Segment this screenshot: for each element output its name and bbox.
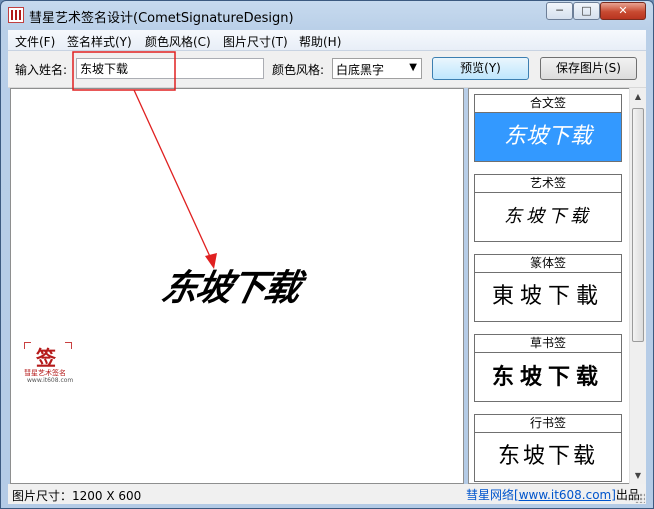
style-card-title: 篆体签 — [474, 254, 622, 272]
main-window: 彗星艺术签名设计(CometSignatureDesign) ─ □ ✕ 文件(… — [0, 0, 654, 509]
website-link[interactable]: [www.it608.com] — [514, 488, 616, 502]
style-card-title: 合文签 — [474, 94, 622, 112]
signature-preview: 东坡下载 — [157, 267, 303, 309]
style-card-art[interactable]: 艺术签 东坡下载 — [474, 174, 622, 242]
menu-file[interactable]: 文件(F) — [15, 33, 55, 50]
style-card-sample: 东坡下载 — [474, 432, 622, 482]
maximize-button[interactable]: □ — [573, 2, 600, 20]
image-size-status: 图片尺寸：1200 X 600 — [12, 489, 142, 503]
scroll-up-icon[interactable]: ▲ — [630, 88, 646, 105]
name-label: 输入姓名: — [15, 63, 68, 77]
credit-company: 彗星网络 — [466, 488, 515, 502]
color-style-label: 颜色风格: — [272, 63, 325, 77]
scroll-down-icon[interactable]: ▼ — [630, 467, 646, 484]
scrollbar-thumb[interactable] — [632, 108, 644, 342]
name-input[interactable] — [76, 58, 264, 79]
app-icon — [8, 7, 24, 23]
style-card-title: 艺术签 — [474, 174, 622, 192]
style-list-scrollbar[interactable]: ▲ ▼ — [629, 88, 646, 484]
status-bar: 图片尺寸：1200 X 600 彗星网络[www.it608.com]出品 — [8, 484, 646, 504]
menu-bar: 文件(F) 签名样式(Y) 颜色风格(C) 图片尺寸(T) 帮助(H) — [8, 30, 646, 51]
style-card-sample: 东坡下载 — [474, 192, 622, 242]
logo-corner — [24, 342, 31, 349]
save-image-button[interactable]: 保存图片(S) — [540, 57, 637, 80]
menu-image-size[interactable]: 图片尺寸(T) — [223, 33, 288, 50]
menu-signature-style[interactable]: 签名样式(Y) — [67, 33, 132, 50]
chevron-down-icon: ▼ — [409, 62, 417, 73]
app-logo: 签 彗星艺术签名 www.it608.com — [24, 342, 74, 388]
signature-canvas: 东坡下载 签 彗星艺术签名 www.it608.com — [10, 88, 464, 484]
logo-seal: 签 — [36, 346, 56, 370]
window-title: 彗星艺术签名设计(CometSignatureDesign) — [29, 11, 294, 26]
logo-url: www.it608.com — [27, 377, 74, 384]
style-card-running[interactable]: 行书签 东坡下载 — [474, 414, 622, 482]
style-card-title: 行书签 — [474, 414, 622, 432]
style-card-hewen[interactable]: 合文签 东坡下载 — [474, 94, 622, 162]
style-card-sample: 東坡下載 — [474, 272, 622, 322]
color-style-value: 白底黑字 — [336, 63, 385, 77]
minimize-button[interactable]: ─ — [546, 2, 573, 20]
resize-grip-icon[interactable] — [635, 493, 645, 503]
logo-corner — [65, 342, 72, 349]
toolbar: 输入姓名: 颜色风格: 白底黑字 ▼ 预览(Y) 保存图片(S) — [8, 51, 646, 88]
style-card-seal[interactable]: 篆体签 東坡下載 — [474, 254, 622, 322]
style-card-title: 草书签 — [474, 334, 622, 352]
style-card-sample: 东坡下载 — [474, 352, 622, 402]
close-button[interactable]: ✕ — [600, 2, 646, 20]
preview-button[interactable]: 预览(Y) — [432, 57, 529, 80]
menu-color-style[interactable]: 颜色风格(C) — [145, 33, 211, 50]
style-card-sample: 东坡下载 — [474, 112, 622, 162]
style-list-panel: 合文签 东坡下载 艺术签 东坡下载 篆体签 東坡下載 草书签 东坡下载 行书签 … — [468, 88, 646, 484]
title-bar[interactable]: 彗星艺术签名设计(CometSignatureDesign) ─ □ ✕ — [1, 1, 653, 29]
menu-help[interactable]: 帮助(H) — [299, 33, 341, 50]
style-card-cursive[interactable]: 草书签 东坡下载 — [474, 334, 622, 402]
credit: 彗星网络[www.it608.com]出品 — [466, 486, 640, 503]
color-style-select[interactable]: 白底黑字 ▼ — [332, 58, 422, 79]
